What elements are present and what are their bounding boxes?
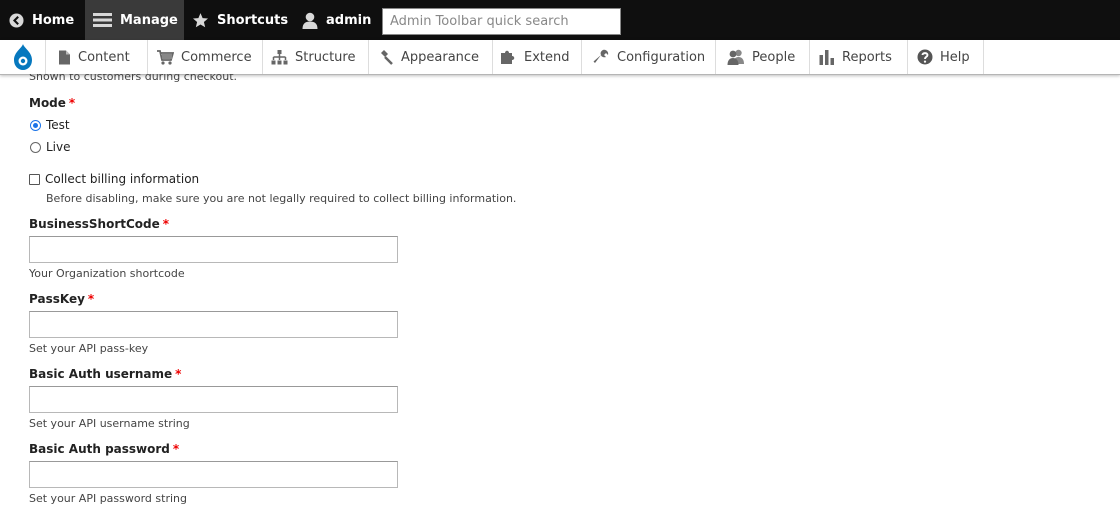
menu-label-commerce: Commerce xyxy=(181,49,252,65)
radio-live-label: Live xyxy=(46,140,71,154)
menu-item-appearance[interactable]: Appearance xyxy=(369,40,493,74)
passkey-label: PassKey * xyxy=(29,292,94,306)
wrench-icon xyxy=(593,49,609,63)
paintbrush-icon xyxy=(381,50,393,65)
user-label: admin xyxy=(326,12,372,28)
drupal-logo[interactable] xyxy=(0,40,46,74)
required-marker: * xyxy=(172,442,180,456)
shortcuts-label: Shortcuts xyxy=(217,12,289,28)
auth-username-input[interactable] xyxy=(29,386,398,413)
cart-icon xyxy=(157,49,174,65)
toolbar-search-input[interactable] xyxy=(382,8,621,35)
menu-label-content: Content xyxy=(78,49,130,65)
menu-label-help: Help xyxy=(940,49,970,65)
star-icon xyxy=(192,12,209,27)
auth-password-description: Set your API password string xyxy=(29,492,187,505)
menu-item-help[interactable]: Help xyxy=(908,40,984,74)
drupal-drop-icon xyxy=(13,44,32,70)
passkey-label-text: PassKey xyxy=(29,292,85,306)
shortcuts-tab[interactable]: Shortcuts xyxy=(192,0,292,40)
admin-toolbar: Home Manage Shortcuts admin xyxy=(0,0,1120,41)
billing-checkbox-label: Collect billing information xyxy=(45,172,200,186)
shortcode-input[interactable] xyxy=(29,236,398,263)
required-marker: * xyxy=(162,217,170,231)
auth-username-description: Set your API username string xyxy=(29,417,190,430)
menu-item-content[interactable]: Content xyxy=(46,40,148,74)
mode-label: Mode * xyxy=(29,96,75,110)
manage-label: Manage xyxy=(120,12,178,28)
user-tab[interactable]: admin xyxy=(302,0,376,40)
menu-label-configuration: Configuration xyxy=(617,49,706,65)
puzzle-icon xyxy=(501,50,515,64)
required-marker: * xyxy=(87,292,95,306)
billing-checkbox-row[interactable]: Collect billing information xyxy=(29,172,199,186)
billing-description: Before disabling, make sure you are not … xyxy=(46,192,517,205)
menu-label-structure: Structure xyxy=(295,49,356,65)
mode-label-text: Mode xyxy=(29,96,66,110)
auth-password-label-text: Basic Auth password xyxy=(29,442,170,456)
radio-test[interactable] xyxy=(30,119,41,131)
menu-item-commerce[interactable]: Commerce xyxy=(148,40,263,74)
menu-label-people: People xyxy=(752,49,796,65)
file-icon xyxy=(59,50,70,64)
help-icon xyxy=(917,49,933,65)
radio-test-label: Test xyxy=(46,118,70,132)
hamburger-icon xyxy=(93,13,112,27)
auth-password-label: Basic Auth password * xyxy=(29,442,179,456)
required-marker: * xyxy=(68,96,76,110)
passkey-description: Set your API pass-key xyxy=(29,342,149,355)
auth-username-label-text: Basic Auth username xyxy=(29,367,173,381)
user-icon xyxy=(302,12,318,29)
auth-username-label: Basic Auth username * xyxy=(29,367,181,381)
menu-label-reports: Reports xyxy=(842,49,892,65)
sitemap-icon xyxy=(271,49,288,64)
billing-checkbox[interactable] xyxy=(29,173,40,185)
auth-password-input[interactable] xyxy=(29,461,398,488)
menu-label-extend: Extend xyxy=(524,49,570,65)
radio-live[interactable] xyxy=(30,141,41,153)
menu-item-configuration[interactable]: Configuration xyxy=(582,40,716,74)
passkey-input[interactable] xyxy=(29,311,398,338)
home-back-icon xyxy=(9,12,24,28)
menu-item-people[interactable]: People xyxy=(716,40,810,74)
menu-item-structure[interactable]: Structure xyxy=(263,40,369,74)
home-label: Home xyxy=(32,12,75,28)
manage-tab[interactable]: Manage xyxy=(85,0,184,40)
mode-option-test[interactable]: Test xyxy=(30,118,70,132)
shortcode-label: BusinessShortCode * xyxy=(29,217,169,231)
home-link[interactable]: Home xyxy=(9,0,85,40)
menu-label-appearance: Appearance xyxy=(401,49,480,65)
manage-tray: Content Commerce Structure Appearance Ex… xyxy=(0,40,1120,75)
menu-item-reports[interactable]: Reports xyxy=(810,40,908,74)
mode-option-live[interactable]: Live xyxy=(30,140,71,154)
people-icon xyxy=(727,49,744,65)
shortcode-description: Your Organization shortcode xyxy=(29,267,185,280)
required-marker: * xyxy=(175,367,182,381)
bar-chart-icon xyxy=(819,50,834,65)
menu-item-extend[interactable]: Extend xyxy=(493,40,582,74)
shortcode-label-text: BusinessShortCode xyxy=(29,217,160,231)
